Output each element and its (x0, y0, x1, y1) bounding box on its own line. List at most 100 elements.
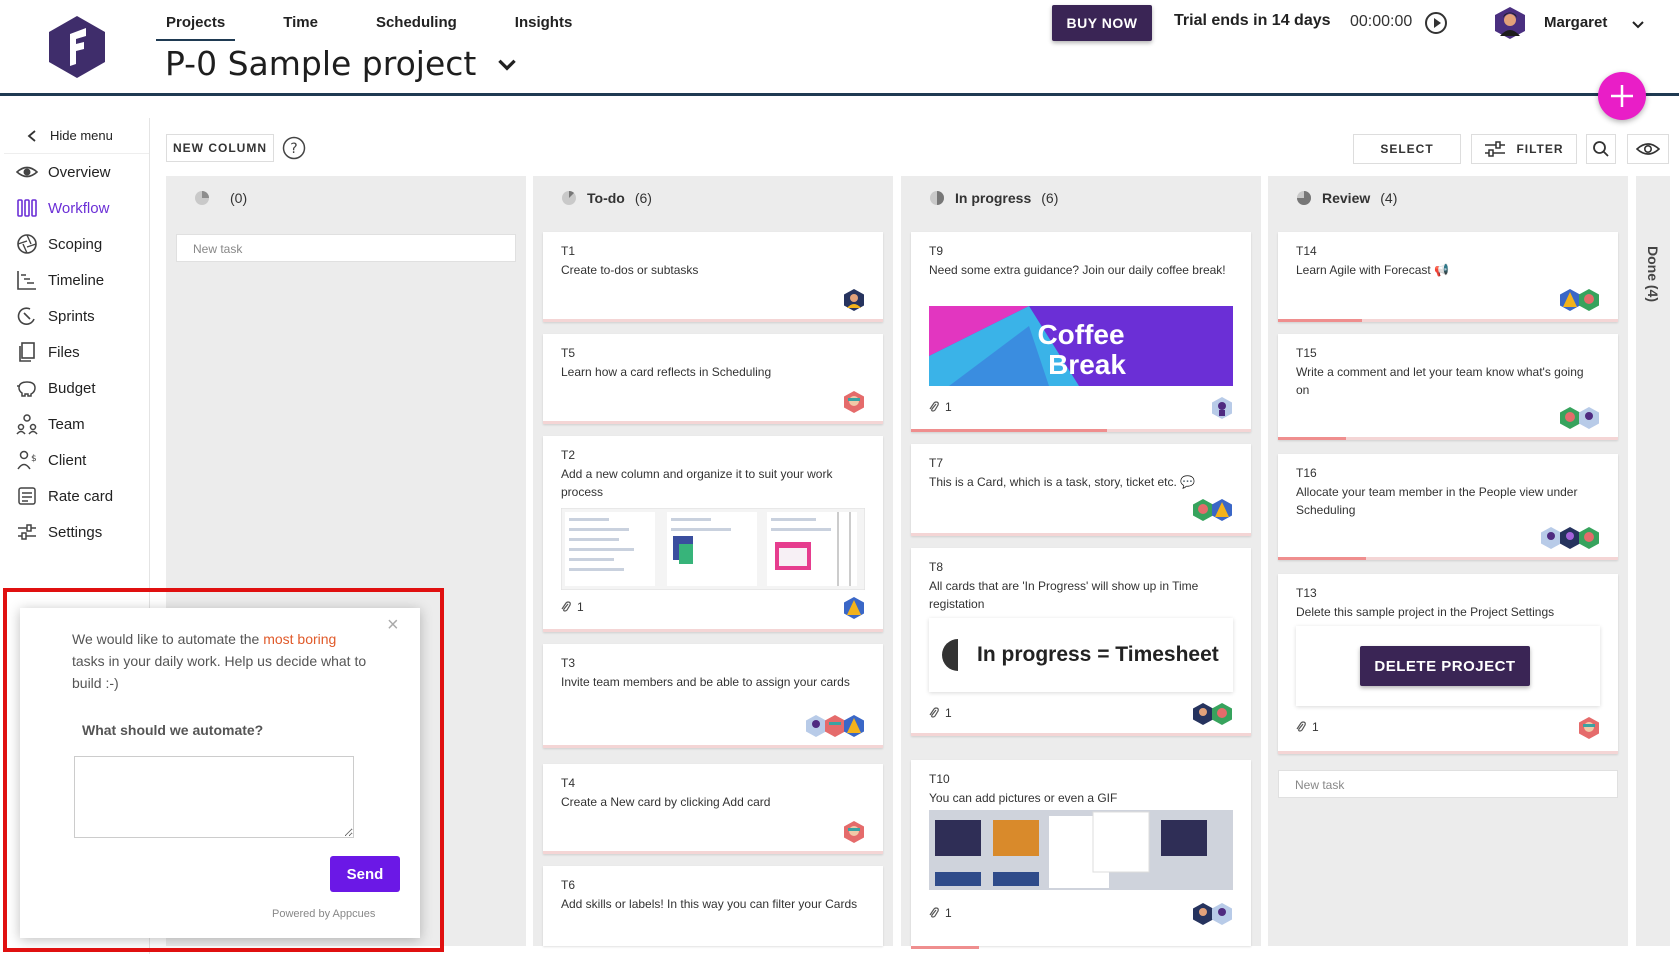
assignee-avatars[interactable] (1212, 396, 1233, 420)
send-button[interactable]: Send (330, 856, 400, 892)
tab-insights[interactable]: Insights (505, 10, 583, 41)
card-title: You can add pictures or even a GIF (929, 791, 1118, 805)
timer-display: 00:00:00 (1350, 13, 1413, 30)
column-header[interactable]: In progress (6) (901, 176, 1261, 220)
tab-time[interactable]: Time (273, 10, 328, 41)
chevron-down-icon[interactable] (1630, 16, 1646, 32)
hide-menu-button[interactable]: Hide menu (4, 118, 149, 154)
attachment-count-value: 1 (945, 400, 952, 414)
card-id: T4 (561, 776, 576, 790)
assignee-avatars[interactable] (1541, 526, 1600, 550)
card-title: Add skills or labels! In this way you ca… (561, 897, 858, 911)
task-card[interactable]: T3 Invite team members and be able to as… (543, 644, 883, 748)
sidebar-item-sprints[interactable]: Sprints (0, 298, 149, 334)
board-column-in-progress: In progress (6) T9 Need some extra guida… (901, 176, 1261, 949)
new-column-button[interactable]: NEW COLUMN (166, 134, 274, 162)
task-card[interactable]: T15 Write a comment and let your team kn… (1278, 334, 1618, 440)
user-name[interactable]: Margaret (1544, 14, 1607, 31)
card-id: T9 (929, 244, 944, 258)
timesheet-image[interactable]: In progress = Timesheet (929, 618, 1233, 692)
attachments-count[interactable]: 1 (1296, 720, 1319, 734)
trial-status: Trial ends in 14 days (1174, 12, 1331, 29)
gif-thumbnail[interactable] (929, 810, 1233, 890)
visibility-button[interactable] (1627, 134, 1669, 164)
delete-project-button[interactable]: DELETE PROJECT (1360, 646, 1530, 686)
assignee-avatars[interactable] (844, 390, 865, 414)
card-id: T7 (929, 456, 944, 470)
plus-icon (1611, 85, 1633, 107)
sidebar-item-scoping[interactable]: Scoping (0, 226, 149, 262)
column-header[interactable]: (0) (166, 176, 526, 220)
coffee-break-image[interactable]: Coffee Break (929, 306, 1233, 386)
column-count: (0) (230, 190, 248, 206)
task-card[interactable]: T10 You can add pictures or even a GIF 1 (911, 760, 1251, 949)
sidebar-item-files[interactable]: Files (0, 334, 149, 370)
task-card[interactable]: T8 All cards that are 'In Progress' will… (911, 548, 1251, 736)
user-avatar[interactable] (1494, 6, 1526, 40)
sidebar-item-settings[interactable]: Settings (0, 514, 149, 550)
task-card[interactable]: T13 Delete this sample project in the Pr… (1278, 574, 1618, 754)
column-header[interactable]: To-do (6) (533, 176, 893, 220)
card-id: T14 (1296, 244, 1317, 258)
sidebar-item-timeline[interactable]: Timeline (0, 262, 149, 298)
board-column-done-collapsed[interactable]: Done (4) (1636, 176, 1670, 946)
survey-intro: We would like to automate the most borin… (72, 628, 372, 694)
tab-scheduling[interactable]: Scheduling (366, 10, 467, 41)
select-button[interactable]: SELECT (1353, 134, 1461, 164)
sidebar-item-label: Team (48, 415, 85, 433)
assignee-avatars[interactable] (1193, 902, 1233, 926)
filter-button[interactable]: FILTER (1471, 134, 1577, 164)
task-card[interactable]: T4 Create a New card by clicking Add car… (543, 764, 883, 854)
sidebar-item-client[interactable]: $ Client (0, 442, 149, 478)
survey-answer-field[interactable] (74, 756, 354, 838)
assignee-avatars[interactable] (1560, 406, 1600, 430)
assignee-avatars[interactable] (1193, 498, 1233, 522)
task-card[interactable]: T1 Create to-dos or subtasks (543, 232, 883, 322)
assignee-avatars[interactable] (844, 288, 865, 312)
attachments-count[interactable]: 1 (561, 600, 584, 614)
task-card[interactable]: T9 Need some extra guidance? Join our da… (911, 232, 1251, 432)
sidebar-item-team[interactable]: Team (0, 406, 149, 442)
task-card[interactable]: T5 Learn how a card reflects in Scheduli… (543, 334, 883, 424)
assignee-avatars[interactable] (1560, 288, 1600, 312)
add-button[interactable] (1598, 72, 1646, 120)
powered-by-appcues[interactable]: Powered by Appcues (272, 908, 375, 920)
new-task-input[interactable]: New task (176, 234, 516, 262)
new-task-input[interactable]: New task (1278, 770, 1618, 798)
tab-projects[interactable]: Projects (156, 10, 236, 41)
assignee-avatars[interactable] (1193, 702, 1233, 726)
sidebar-item-budget[interactable]: Budget (0, 370, 149, 406)
search-button[interactable] (1586, 134, 1616, 164)
attachment-count-value: 1 (945, 906, 952, 920)
sidebar-item-workflow[interactable]: Workflow (0, 190, 149, 226)
screenshot-thumbnail[interactable] (561, 508, 865, 590)
assignee-avatars[interactable] (806, 714, 865, 738)
play-icon[interactable] (1424, 11, 1448, 35)
avatar (844, 821, 864, 843)
sidebar-item-rate-card[interactable]: Rate card (0, 478, 149, 514)
task-card[interactable]: T2 Add a new column and organize it to s… (543, 436, 883, 632)
task-card[interactable]: T7 This is a Card, which is a task, stor… (911, 444, 1251, 536)
card-progress-bar (1278, 437, 1346, 440)
attachments-count[interactable]: 1 (929, 706, 952, 720)
project-selector[interactable]: P-0 Sample project (165, 44, 520, 83)
sidebar-item-overview[interactable]: Overview (0, 154, 149, 190)
chevron-down-icon (498, 59, 517, 71)
buy-now-button[interactable]: BUY NOW (1052, 5, 1152, 41)
avatar (1579, 289, 1599, 311)
board-column-review: Review (4) T14 Learn Agile with Forecast… (1268, 176, 1628, 946)
forecast-logo[interactable] (46, 14, 108, 80)
assignee-avatars[interactable] (844, 820, 865, 844)
sidebar-item-label: Sprints (48, 307, 95, 325)
attachments-count[interactable]: 1 (929, 906, 952, 920)
assignee-avatars[interactable] (844, 596, 865, 620)
task-card[interactable]: T14 Learn Agile with Forecast 📢 (1278, 232, 1618, 322)
attachments-count[interactable]: 1 (929, 400, 952, 414)
task-card[interactable]: T16 Allocate your team member in the Peo… (1278, 454, 1618, 560)
help-icon[interactable]: ? (282, 136, 306, 160)
assignee-avatars[interactable] (1579, 716, 1600, 740)
close-icon[interactable]: × (387, 614, 399, 637)
column-header[interactable]: Review (4) (1268, 176, 1628, 220)
task-card[interactable]: T6 Add skills or labels! In this way you… (543, 866, 883, 946)
card-id: T1 (561, 244, 576, 258)
